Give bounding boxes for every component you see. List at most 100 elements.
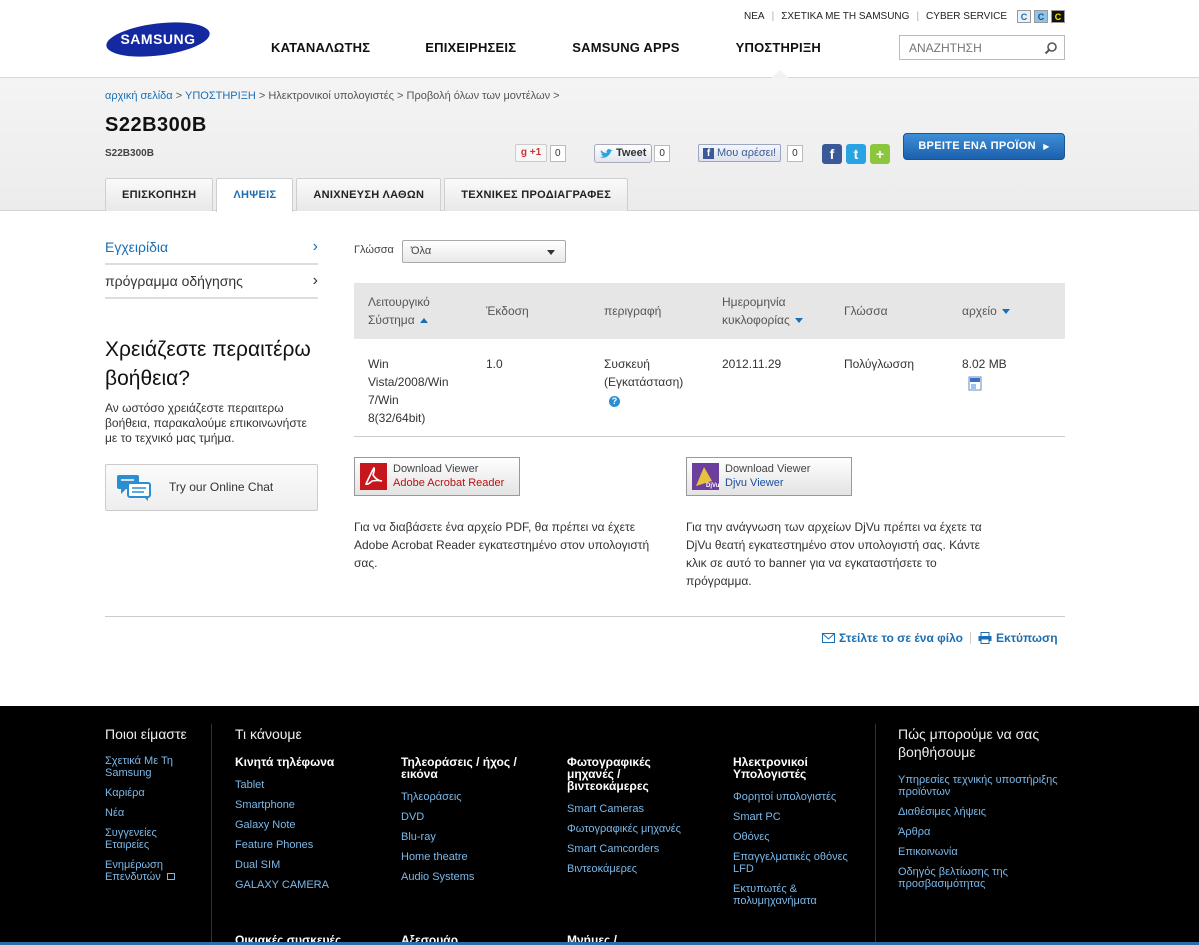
contrast-blue-button[interactable]: C — [1034, 10, 1048, 23]
footer-who-title: Ποιοι είμαστε — [105, 726, 187, 742]
download-djvu-banner[interactable]: DjVu Download Viewer Djvu Viewer — [686, 457, 852, 496]
breadcrumb-computers[interactable]: Ηλεκτρονικοί υπολογιστές — [268, 90, 394, 102]
twitter-share-icon[interactable]: t — [846, 144, 866, 164]
footer-link-contact[interactable]: Επικοινωνία — [898, 846, 958, 858]
sort-desc-icon — [1001, 308, 1010, 314]
nav-support[interactable]: ΥΠΟΣΤΗΡΙΞΗ — [736, 40, 821, 55]
footer-link-photo-cameras[interactable]: Φωτογραφικές μηχανές — [567, 823, 681, 835]
nav-consumer[interactable]: ΚΑΤΑΝΑΛΩΤΗΣ — [271, 40, 370, 55]
util-link-cyber-service[interactable]: CYBER SERVICE — [926, 11, 1007, 22]
breadcrumb-all-models[interactable]: Προβολή όλων των μοντέλων — [407, 90, 551, 102]
tweet-widget: Tweet 0 — [594, 144, 670, 163]
footer-link-smart-camcorders[interactable]: Smart Camcorders — [567, 843, 659, 855]
footer-link-printers[interactable]: Εκτυπωτές & πολυμηχανήματα — [733, 883, 833, 907]
breadcrumb-support[interactable]: ΥΠΟΣΤΗΡΙΞΗ — [185, 90, 256, 102]
footer-group-tv[interactable]: Τηλεοράσεις / ήχος / εικόνα — [401, 756, 526, 780]
footer-link-home-theatre[interactable]: Home theatre — [401, 851, 468, 863]
footer-link-galaxy-note[interactable]: Galaxy Note — [235, 819, 296, 831]
footer-link-monitors[interactable]: Οθόνες — [733, 831, 770, 843]
footer-link-downloads[interactable]: Διαθέσιμες λήψεις — [898, 806, 986, 818]
sidebar-item-drivers[interactable]: πρόγραμμα οδήγησης › — [105, 265, 318, 299]
footer-link-smart-cameras[interactable]: Smart Cameras — [567, 803, 644, 815]
help-question-icon[interactable]: ? — [609, 396, 620, 407]
footer-link-accessibility[interactable]: Οδηγός βελτίωσης της προσβασιμότητας — [898, 866, 1018, 890]
model-code: S22B300B — [105, 148, 154, 159]
tab-troubleshooting[interactable]: ΑΝΙΧΝΕΥΣΗ ΛΑΘΩΝ — [296, 178, 442, 211]
util-link-news[interactable]: ΝΕΑ — [744, 11, 765, 22]
footer-link-dual-sim[interactable]: Dual SIM — [235, 859, 280, 871]
site-footer: Ποιοι είμαστε Σχετικά Με Τη Samsung Καρι… — [0, 706, 1199, 945]
site-header: SAMSUNG ΝΕΑ | ΣΧΕΤΙΚΑ ΜΕ ΤΗ SAMSUNG | CY… — [0, 0, 1199, 78]
gplus-button[interactable]: g +1 — [515, 144, 547, 162]
contrast-high-button[interactable]: C — [1051, 10, 1065, 23]
tab-overview[interactable]: ΕΠΙΣΚΟΠΗΣΗ — [105, 178, 214, 211]
sidebar-item-manuals[interactable]: Εγχειρίδια › — [105, 231, 318, 265]
row-file-size: 8.02 MB — [962, 357, 1007, 371]
footer-link-tvs[interactable]: Τηλεοράσεις — [401, 791, 462, 803]
footer-link-tech-support[interactable]: Υπηρεσίες τεχνικής υποστήριξης προϊόντων — [898, 774, 1068, 798]
language-select[interactable]: Όλα — [402, 240, 566, 263]
svg-text:SAMSUNG: SAMSUNG — [120, 31, 195, 47]
col-version: Έκδοση — [486, 304, 529, 318]
fb-like-widget: f Μου αρέσει! 0 — [698, 144, 803, 162]
search-input[interactable] — [900, 36, 1040, 59]
footer-link-about[interactable]: Σχετικά Με Τη Samsung — [105, 755, 195, 779]
tweet-button[interactable]: Tweet — [594, 144, 653, 163]
footer-link-investors[interactable]: Ενημέρωση Επενδυτών — [105, 859, 185, 883]
footer-group-mobile[interactable]: Κινητά τηλέφωνα — [235, 756, 334, 768]
search-icon[interactable] — [1044, 41, 1058, 55]
nav-samsung-apps[interactable]: SAMSUNG APPS — [572, 40, 679, 55]
tab-specifications[interactable]: ΤΕΧΝΙΚΕΣ ΠΡΟΔΙΑΓΡΑΦΕΣ — [444, 178, 629, 211]
row-description: Συσκευή (Εγκατάσταση) ? — [604, 357, 684, 407]
footer-link-careers[interactable]: Καριέρα — [105, 787, 145, 799]
col-language: Γλώσσα — [844, 304, 888, 318]
djvu-icon: DjVu — [692, 463, 719, 490]
breadcrumb: αρχική σελίδα > ΥΠΟΣΤΗΡΙΞΗ > Ηλεκτρονικο… — [105, 90, 560, 102]
send-to-friend-link[interactable]: Στείλτε το σε ένα φίλο — [822, 631, 963, 645]
col-release-date[interactable]: Ημερομηνία κυκλοφορίας — [722, 283, 803, 339]
main-nav: ΚΑΤΑΝΑΛΩΤΗΣ ΕΠΙΧΕΙΡΗΣΕΙΣ SAMSUNG APPS ΥΠ… — [271, 40, 821, 55]
col-file[interactable]: αρχείο — [962, 283, 1010, 339]
tab-downloads[interactable]: ΛΗΨΕΙΣ — [216, 178, 294, 212]
footer-link-lfd[interactable]: Επαγγελματικές οθόνες LFD — [733, 851, 858, 875]
print-link[interactable]: Εκτύπωση — [978, 631, 1058, 645]
twitter-bird-icon — [600, 148, 613, 158]
svg-text:DjVu: DjVu — [706, 483, 719, 489]
facebook-share-icon[interactable]: f — [822, 144, 842, 164]
fb-like-button[interactable]: f Μου αρέσει! — [698, 144, 782, 162]
footer-link-smart-pc[interactable]: Smart PC — [733, 811, 781, 823]
footer-link-camcorders[interactable]: Βιντεοκάμερες — [567, 863, 637, 875]
footer-link-audio-systems[interactable]: Audio Systems — [401, 871, 474, 883]
contrast-default-button[interactable]: C — [1017, 10, 1031, 23]
breadcrumb-home[interactable]: αρχική σελίδα — [105, 90, 173, 102]
footer-link-smartphone[interactable]: Smartphone — [235, 799, 295, 811]
footer-link-dvd[interactable]: DVD — [401, 811, 424, 823]
footer-link-feature-phones[interactable]: Feature Phones — [235, 839, 313, 851]
tweet-count: 0 — [654, 145, 670, 162]
footer-link-news[interactable]: Νέα — [105, 807, 124, 819]
gplus-count: 0 — [550, 144, 566, 162]
footer-link-affiliates[interactable]: Συγγενείες Εταιρείες — [105, 827, 185, 851]
footer-divider — [211, 724, 212, 945]
util-link-about[interactable]: ΣΧΕΤΙΚΑ ΜΕ ΤΗ SAMSUNG — [781, 11, 909, 22]
find-product-button[interactable]: ΒΡΕΙΤΕ ΕΝΑ ΠΡΟΪΟΝ ▶ — [903, 133, 1065, 160]
footer-group-computers[interactable]: Ηλεκτρονικοί Υπολογιστές — [733, 756, 843, 780]
nav-business[interactable]: ΕΠΙΧΕΙΡΗΣΕΙΣ — [425, 40, 516, 55]
download-acrobat-banner[interactable]: Download Viewer Adobe Acrobat Reader — [354, 457, 520, 496]
footer-link-laptops[interactable]: Φορητοί υπολογιστές — [733, 791, 836, 803]
help-text: Αν ωστόσο χρειάζεστε περαιτερω βοήθεια, … — [105, 401, 307, 445]
footer-what-title: Τι κάνουμε — [235, 726, 302, 742]
share-separator — [970, 632, 971, 644]
col-description: περιγραφή — [604, 304, 662, 318]
col-os[interactable]: Λειτουργικό Σύστημα — [368, 283, 430, 339]
footer-link-bluray[interactable]: Blu-ray — [401, 831, 436, 843]
printer-icon — [978, 632, 992, 644]
add-share-icon[interactable]: + — [870, 144, 890, 164]
samsung-logo[interactable]: SAMSUNG — [105, 21, 211, 58]
footer-link-articles[interactable]: Άρθρα — [898, 826, 930, 838]
footer-link-galaxy-camera[interactable]: GALAXY CAMERA — [235, 879, 329, 891]
exe-download-icon[interactable] — [968, 376, 982, 391]
footer-group-cameras[interactable]: Φωτογραφικές μηχανές / βιντεοκάμερες — [567, 756, 687, 792]
footer-link-tablet[interactable]: Tablet — [235, 779, 264, 791]
online-chat-button[interactable]: Try our Online Chat — [105, 464, 318, 511]
